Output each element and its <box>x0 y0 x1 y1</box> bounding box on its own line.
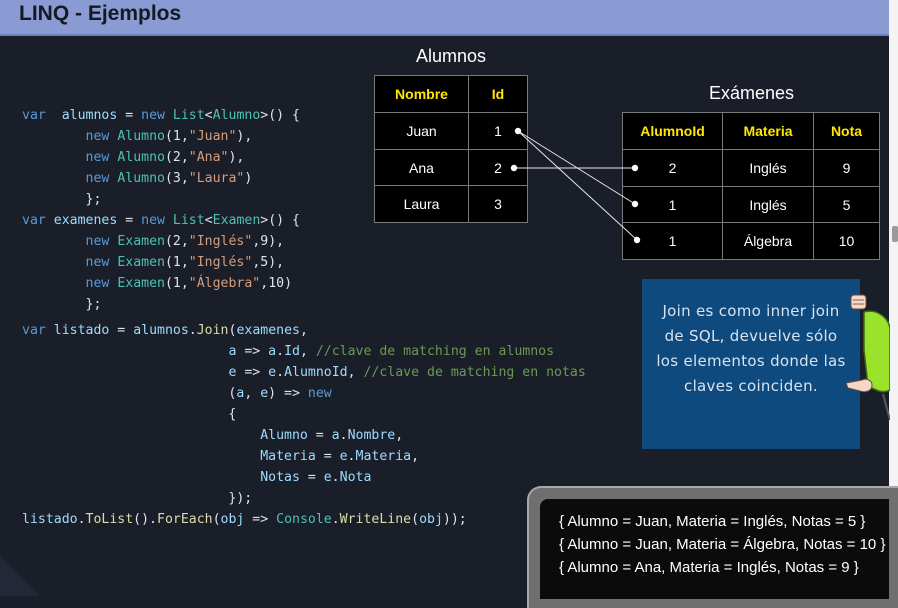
table-cell: Ana <box>374 149 469 186</box>
code-line: new Examen(1,"Álgebra",10) <box>85 276 293 291</box>
column-header: Nota <box>813 112 880 150</box>
code-line: var examenes = new List<Examen>() { <box>22 213 300 228</box>
code-line: new Alumno(1,"Juan"), <box>85 129 253 144</box>
alumnos-table: Nombre Id Juan 1 Ana 2 Laura 3 <box>374 75 528 223</box>
decorative-corner <box>0 556 40 596</box>
console-output: { Alumno = Juan, Materia = Inglés, Notas… <box>540 499 889 599</box>
table-row: Ana 2 <box>374 149 528 186</box>
note-text: Join es como inner join de SQL, devuelve… <box>656 302 846 395</box>
code-line: e => e.AlumnoId, //clave de matching en … <box>228 365 586 380</box>
table-cell: Juan <box>374 112 469 150</box>
table-cell: 10 <box>813 222 880 260</box>
table-cell: 1 <box>622 222 723 260</box>
table-cell: 9 <box>813 149 880 187</box>
table-row: 1 Álgebra 10 <box>622 222 880 260</box>
code-line: (a, e) => new <box>22 386 332 401</box>
code-line: }; <box>22 192 102 207</box>
table-cell: Inglés <box>722 149 814 187</box>
note-box: Join es como inner join de SQL, devuelve… <box>642 279 860 449</box>
code-line: Materia = e.Materia, <box>260 449 420 464</box>
examenes-table: AlumnoId Materia Nota 2 Inglés 9 1 Inglé… <box>622 112 880 260</box>
code-line: new Examen(2,"Inglés",9), <box>85 234 285 249</box>
console-line: { Alumno = Juan, Materia = Álgebra, Nota… <box>559 536 886 553</box>
table-cell: 1 <box>468 112 528 150</box>
code-line: new Alumno(3,"Laura") <box>85 171 253 186</box>
table-cell: Álgebra <box>722 222 814 260</box>
column-header: Materia <box>722 112 814 150</box>
code-line: a => a.Id, //clave de matching en alumno… <box>228 344 555 359</box>
table-row: 1 Inglés 5 <box>622 186 880 223</box>
table-row: Juan 1 <box>374 112 528 150</box>
code-block-declarations: var alumnos = new List<Alumno>() { new A… <box>22 105 300 315</box>
table-cell: Inglés <box>722 186 814 223</box>
alumnos-table-title: Alumnos <box>415 46 487 66</box>
code-line: { <box>22 407 237 422</box>
code-line: listado.ToList().ForEach(obj => Console.… <box>22 512 467 527</box>
code-line: new Examen(1,"Inglés",5), <box>85 255 285 270</box>
page-title: LINQ - Ejemplos <box>19 2 182 25</box>
code-line: var alumnos = new List<Alumno>() { <box>22 108 300 123</box>
scrollbar-thumb[interactable] <box>892 226 898 242</box>
table-cell: 5 <box>813 186 880 223</box>
connector-line <box>517 130 636 205</box>
table-row: 2 Inglés 9 <box>622 149 880 187</box>
pointing-hand-icon <box>846 294 890 420</box>
connector-line <box>517 130 638 241</box>
examenes-table-title: Exámenes <box>708 83 795 103</box>
table-cell: 3 <box>468 185 528 223</box>
console-line: { Alumno = Ana, Materia = Inglés, Notas … <box>559 559 859 576</box>
code-block-join: var listado = alumnos.Join(examenes, a =… <box>22 320 586 530</box>
code-line: var listado = alumnos.Join(examenes, <box>22 323 308 338</box>
code-line: Alumno = a.Nombre, <box>260 428 404 443</box>
column-header: AlumnoId <box>622 112 723 150</box>
column-header: Nombre <box>374 75 469 113</box>
console-line: { Alumno = Juan, Materia = Inglés, Notas… <box>559 513 866 530</box>
code-line: }; <box>22 297 102 312</box>
code-line: }); <box>22 491 253 506</box>
title-bar: LINQ - Ejemplos <box>0 0 889 36</box>
code-line: new Alumno(2,"Ana"), <box>85 150 245 165</box>
code-line: Notas = e.Nota <box>260 470 372 485</box>
table-cell: 1 <box>622 186 723 223</box>
column-header: Id <box>468 75 528 113</box>
table-cell: 2 <box>468 149 528 186</box>
table-cell: Laura <box>374 185 469 223</box>
table-cell: 2 <box>622 149 723 187</box>
table-row: Laura 3 <box>374 185 528 223</box>
